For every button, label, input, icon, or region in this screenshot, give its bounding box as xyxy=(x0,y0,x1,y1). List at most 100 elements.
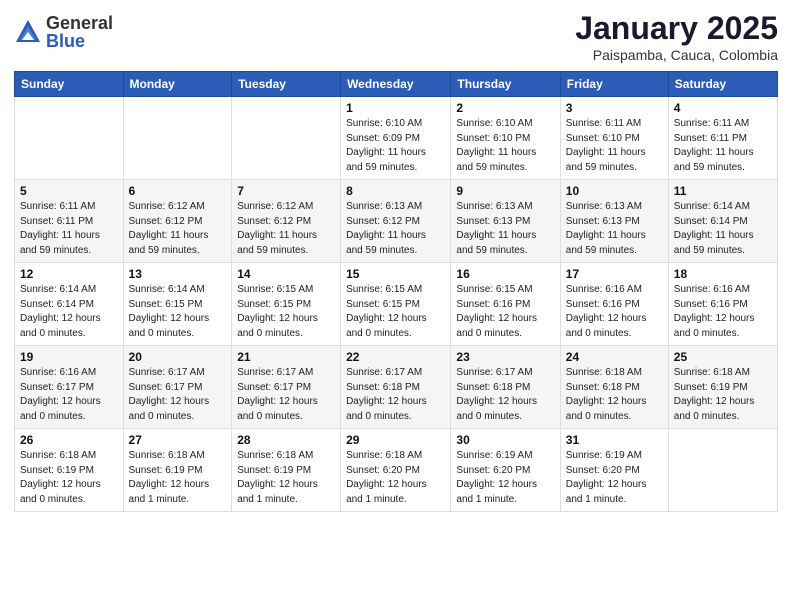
day-number: 28 xyxy=(237,433,335,447)
day-number: 31 xyxy=(566,433,663,447)
day-info: Sunrise: 6:15 AMSunset: 6:15 PMDaylight:… xyxy=(237,283,335,341)
day-info: Sunrise: 6:12 AMSunset: 6:12 PMDaylight:… xyxy=(129,200,227,258)
page-container: General Blue January 2025 Paispamba, Cau… xyxy=(0,0,792,612)
day-number: 8 xyxy=(346,184,445,198)
col-sunday: Sunday xyxy=(15,72,124,97)
day-info: Sunrise: 6:18 AMSunset: 6:19 PMDaylight:… xyxy=(237,449,335,507)
day-number: 15 xyxy=(346,267,445,281)
day-info: Sunrise: 6:17 AMSunset: 6:17 PMDaylight:… xyxy=(237,366,335,424)
table-row: 17 Sunrise: 6:16 AMSunset: 6:16 PMDayligh… xyxy=(560,263,668,346)
day-number: 21 xyxy=(237,350,335,364)
col-thursday: Thursday xyxy=(451,72,560,97)
day-info: Sunrise: 6:16 AMSunset: 6:16 PMDaylight:… xyxy=(566,283,663,341)
day-number: 18 xyxy=(674,267,772,281)
day-info: Sunrise: 6:18 AMSunset: 6:18 PMDaylight:… xyxy=(566,366,663,424)
day-number: 29 xyxy=(346,433,445,447)
day-info: Sunrise: 6:18 AMSunset: 6:19 PMDaylight:… xyxy=(20,449,118,507)
table-row: 26 Sunrise: 6:18 AMSunset: 6:19 PMDayligh… xyxy=(15,429,124,512)
day-info: Sunrise: 6:13 AMSunset: 6:13 PMDaylight:… xyxy=(566,200,663,258)
day-number: 25 xyxy=(674,350,772,364)
day-number: 7 xyxy=(237,184,335,198)
table-row: 9Sunrise: 6:13 AMSunset: 6:13 PMDaylight… xyxy=(451,180,560,263)
calendar-header-row: Sunday Monday Tuesday Wednesday Thursday… xyxy=(15,72,778,97)
day-info: Sunrise: 6:14 AMSunset: 6:15 PMDaylight:… xyxy=(129,283,227,341)
table-row: 21 Sunrise: 6:17 AMSunset: 6:17 PMDayligh… xyxy=(232,346,341,429)
calendar-week-row: 5 Sunrise: 6:11 AMSunset: 6:11 PMDaylight… xyxy=(15,180,778,263)
calendar-week-row: 19Sunrise: 6:16 AMSunset: 6:17 PMDayligh… xyxy=(15,346,778,429)
header: General Blue January 2025 Paispamba, Cau… xyxy=(14,10,778,63)
table-row: 11Sunrise: 6:14 AMSunset: 6:14 PMDayligh… xyxy=(668,180,777,263)
table-row xyxy=(232,97,341,180)
day-number: 4 xyxy=(674,101,772,115)
table-row: 14 Sunrise: 6:15 AMSunset: 6:15 PMDayligh… xyxy=(232,263,341,346)
logo-icon xyxy=(14,18,42,46)
day-info: Sunrise: 6:10 AMSunset: 6:09 PMDaylight:… xyxy=(346,117,445,175)
day-info: Sunrise: 6:18 AMSunset: 6:20 PMDaylight:… xyxy=(346,449,445,507)
table-row: 29 Sunrise: 6:18 AMSunset: 6:20 PMDayligh… xyxy=(341,429,451,512)
table-row: 18 Sunrise: 6:16 AMSunset: 6:16 PMDayligh… xyxy=(668,263,777,346)
table-row: 3 Sunrise: 6:11 AMSunset: 6:10 PMDaylight… xyxy=(560,97,668,180)
day-info: Sunrise: 6:19 AMSunset: 6:20 PMDaylight:… xyxy=(456,449,554,507)
day-info: Sunrise: 6:11 AMSunset: 6:10 PMDaylight:… xyxy=(566,117,663,175)
day-number: 22 xyxy=(346,350,445,364)
month-title: January 2025 xyxy=(575,10,778,47)
table-row: 23 Sunrise: 6:17 AMSunset: 6:18 PMDayligh… xyxy=(451,346,560,429)
table-row: 15 Sunrise: 6:15 AMSunset: 6:15 PMDayligh… xyxy=(341,263,451,346)
day-info: Sunrise: 6:15 AMSunset: 6:15 PMDaylight:… xyxy=(346,283,445,341)
table-row: 2Sunrise: 6:10 AMSunset: 6:10 PMDaylight… xyxy=(451,97,560,180)
day-number: 24 xyxy=(566,350,663,364)
table-row: 10Sunrise: 6:13 AMSunset: 6:13 PMDayligh… xyxy=(560,180,668,263)
col-monday: Monday xyxy=(123,72,232,97)
day-number: 27 xyxy=(129,433,227,447)
day-number: 12 xyxy=(20,267,118,281)
day-number: 5 xyxy=(20,184,118,198)
table-row: 6 Sunrise: 6:12 AMSunset: 6:12 PMDaylight… xyxy=(123,180,232,263)
day-number: 17 xyxy=(566,267,663,281)
col-tuesday: Tuesday xyxy=(232,72,341,97)
table-row: 19Sunrise: 6:16 AMSunset: 6:17 PMDayligh… xyxy=(15,346,124,429)
table-row: 4 Sunrise: 6:11 AMSunset: 6:11 PMDaylight… xyxy=(668,97,777,180)
table-row: 7Sunrise: 6:12 AMSunset: 6:12 PMDaylight… xyxy=(232,180,341,263)
table-row: 22 Sunrise: 6:17 AMSunset: 6:18 PMDayligh… xyxy=(341,346,451,429)
table-row: 30 Sunrise: 6:19 AMSunset: 6:20 PMDayligh… xyxy=(451,429,560,512)
day-info: Sunrise: 6:15 AMSunset: 6:16 PMDaylight:… xyxy=(456,283,554,341)
day-info: Sunrise: 6:13 AMSunset: 6:13 PMDaylight:… xyxy=(456,200,554,258)
col-friday: Friday xyxy=(560,72,668,97)
day-info: Sunrise: 6:11 AMSunset: 6:11 PMDaylight:… xyxy=(674,117,772,175)
day-number: 11 xyxy=(674,184,772,198)
logo-blue-text: Blue xyxy=(46,32,113,50)
day-number: 3 xyxy=(566,101,663,115)
day-info: Sunrise: 6:11 AMSunset: 6:11 PMDaylight:… xyxy=(20,200,118,258)
table-row: 27Sunrise: 6:18 AMSunset: 6:19 PMDayligh… xyxy=(123,429,232,512)
table-row: 16 Sunrise: 6:15 AMSunset: 6:16 PMDayligh… xyxy=(451,263,560,346)
day-number: 14 xyxy=(237,267,335,281)
day-info: Sunrise: 6:13 AMSunset: 6:12 PMDaylight:… xyxy=(346,200,445,258)
day-number: 30 xyxy=(456,433,554,447)
table-row: 28 Sunrise: 6:18 AMSunset: 6:19 PMDayligh… xyxy=(232,429,341,512)
day-number: 26 xyxy=(20,433,118,447)
table-row: 20 Sunrise: 6:17 AMSunset: 6:17 PMDayligh… xyxy=(123,346,232,429)
table-row: 12 Sunrise: 6:14 AMSunset: 6:14 PMDayligh… xyxy=(15,263,124,346)
col-wednesday: Wednesday xyxy=(341,72,451,97)
day-info: Sunrise: 6:17 AMSunset: 6:18 PMDaylight:… xyxy=(346,366,445,424)
day-info: Sunrise: 6:18 AMSunset: 6:19 PMDaylight:… xyxy=(674,366,772,424)
day-number: 1 xyxy=(346,101,445,115)
day-number: 20 xyxy=(129,350,227,364)
day-number: 16 xyxy=(456,267,554,281)
logo-text: General Blue xyxy=(46,14,113,50)
day-info: Sunrise: 6:17 AMSunset: 6:17 PMDaylight:… xyxy=(129,366,227,424)
day-info: Sunrise: 6:19 AMSunset: 6:20 PMDaylight:… xyxy=(566,449,663,507)
day-info: Sunrise: 6:14 AMSunset: 6:14 PMDaylight:… xyxy=(20,283,118,341)
day-number: 6 xyxy=(129,184,227,198)
table-row xyxy=(123,97,232,180)
calendar-week-row: 26 Sunrise: 6:18 AMSunset: 6:19 PMDayligh… xyxy=(15,429,778,512)
calendar-week-row: 12 Sunrise: 6:14 AMSunset: 6:14 PMDayligh… xyxy=(15,263,778,346)
logo: General Blue xyxy=(14,14,113,50)
location-subtitle: Paispamba, Cauca, Colombia xyxy=(575,47,778,63)
day-number: 23 xyxy=(456,350,554,364)
table-row xyxy=(668,429,777,512)
day-number: 2 xyxy=(456,101,554,115)
day-info: Sunrise: 6:16 AMSunset: 6:16 PMDaylight:… xyxy=(674,283,772,341)
table-row: 13Sunrise: 6:14 AMSunset: 6:15 PMDayligh… xyxy=(123,263,232,346)
day-info: Sunrise: 6:17 AMSunset: 6:18 PMDaylight:… xyxy=(456,366,554,424)
